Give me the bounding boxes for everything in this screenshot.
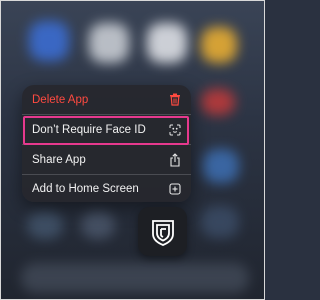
- home-screen-background: Delete App Don’t Require Face ID Share A…: [0, 0, 265, 300]
- blurred-app-tile: [201, 27, 237, 63]
- menu-item-delete-app[interactable]: Delete App: [22, 85, 191, 114]
- menu-item-add-to-home-screen[interactable]: Add to Home Screen: [22, 174, 191, 203]
- menu-item-label: Share App: [32, 153, 86, 166]
- highlight-box: [23, 116, 189, 145]
- app-icon[interactable]: [138, 207, 187, 256]
- blurred-app-tile: [81, 211, 115, 239]
- blurred-dock: [21, 263, 249, 293]
- blurred-app-tile: [27, 211, 63, 239]
- blurred-app-tile: [89, 23, 129, 63]
- add-square-icon: [169, 182, 181, 195]
- blurred-app-tile: [147, 23, 187, 63]
- blurred-app-tile: [29, 21, 69, 61]
- menu-item-label: Delete App: [32, 93, 89, 106]
- blurred-app-tile: [201, 206, 239, 238]
- trash-icon: [169, 93, 181, 106]
- blurred-app-tile: [201, 89, 235, 115]
- app-shield-icon: [148, 217, 178, 247]
- menu-item-share-app[interactable]: Share App: [22, 145, 191, 174]
- blurred-app-tile: [203, 149, 239, 183]
- share-icon: [169, 152, 181, 167]
- menu-item-label: Add to Home Screen: [32, 182, 139, 195]
